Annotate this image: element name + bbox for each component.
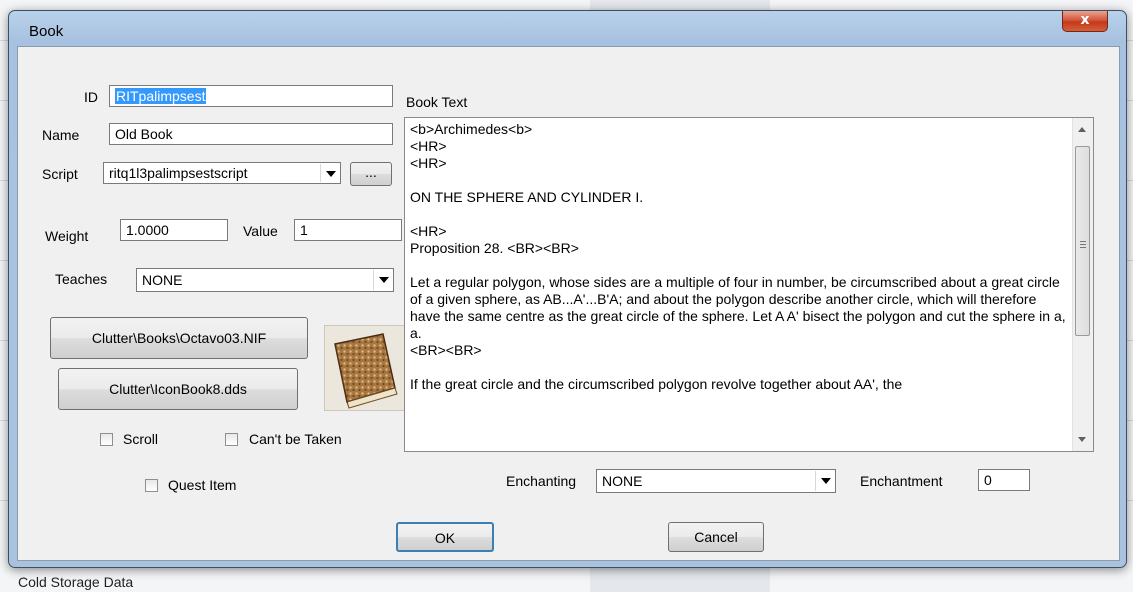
enchanting-label: Enchanting <box>506 473 577 489</box>
book-text-area[interactable]: <b>Archimedes<b> <HR> <HR> ON THE SPHERE… <box>404 117 1094 452</box>
book-icon <box>334 333 398 409</box>
script-value: ritq1l3palimpsestscript <box>109 165 248 181</box>
scrollbar-thumb[interactable] <box>1075 146 1090 336</box>
name-label: Name <box>42 127 80 143</box>
teaches-dropdown[interactable]: NONE <box>136 268 394 292</box>
weight-label: Weight <box>45 228 89 244</box>
model-path-button[interactable]: Clutter\Books\Octavo03.NIF <box>50 317 308 359</box>
enchantment-label: Enchantment <box>860 473 943 489</box>
ok-button[interactable]: OK <box>396 522 494 552</box>
book-icon-preview <box>324 325 406 411</box>
quest-item-checkbox[interactable] <box>145 479 158 492</box>
enchanting-value: NONE <box>602 473 643 489</box>
script-browse-button[interactable]: ... <box>350 162 392 186</box>
book-text-content[interactable]: <b>Archimedes<b> <HR> <HR> ON THE SPHERE… <box>410 121 1069 393</box>
quest-item-label: Quest Item <box>168 477 237 493</box>
cancel-button[interactable]: Cancel <box>668 522 764 552</box>
weight-field[interactable]: 1.0000 <box>120 219 228 241</box>
book-text-label: Book Text <box>406 94 468 110</box>
cant-be-taken-label: Can't be Taken <box>249 431 342 447</box>
scroll-up-icon[interactable] <box>1078 127 1086 132</box>
book-dialog: Book x ID RITpalimpsest Name Old Book Sc… <box>8 10 1127 568</box>
scroll-down-icon[interactable] <box>1078 437 1086 442</box>
close-button[interactable]: x <box>1062 11 1108 32</box>
script-dropdown[interactable]: ritq1l3palimpsestscript <box>103 162 341 184</box>
enchantment-field[interactable]: 0 <box>978 469 1030 491</box>
id-field[interactable]: RITpalimpsest <box>109 85 393 107</box>
cant-be-taken-checkbox[interactable] <box>225 433 238 446</box>
icon-path-button[interactable]: Clutter\IconBook8.dds <box>58 368 298 410</box>
scroll-label: Scroll <box>123 431 159 447</box>
teaches-label: Teaches <box>55 271 108 287</box>
close-icon: x <box>1080 12 1090 28</box>
scroll-checkbox[interactable] <box>100 433 113 446</box>
dialog-client-area: ID RITpalimpsest Name Old Book Script ri… <box>17 46 1120 561</box>
teaches-value: NONE <box>142 272 183 288</box>
value-label: Value <box>243 223 278 239</box>
script-label: Script <box>42 166 78 182</box>
grip-icon <box>1080 241 1086 242</box>
background-list-item[interactable]: Cold Storage Data <box>18 574 133 590</box>
chevron-down-icon[interactable] <box>815 471 834 491</box>
chevron-down-icon[interactable] <box>373 270 392 290</box>
window-title: Book <box>29 23 64 40</box>
id-label: ID <box>84 89 98 105</box>
chevron-down-icon[interactable] <box>320 164 339 182</box>
value-field[interactable]: 1 <box>294 219 402 241</box>
name-field[interactable]: Old Book <box>109 123 393 145</box>
vertical-scrollbar[interactable] <box>1072 118 1093 451</box>
id-value: RITpalimpsest <box>115 88 207 104</box>
enchanting-dropdown[interactable]: NONE <box>596 469 836 493</box>
